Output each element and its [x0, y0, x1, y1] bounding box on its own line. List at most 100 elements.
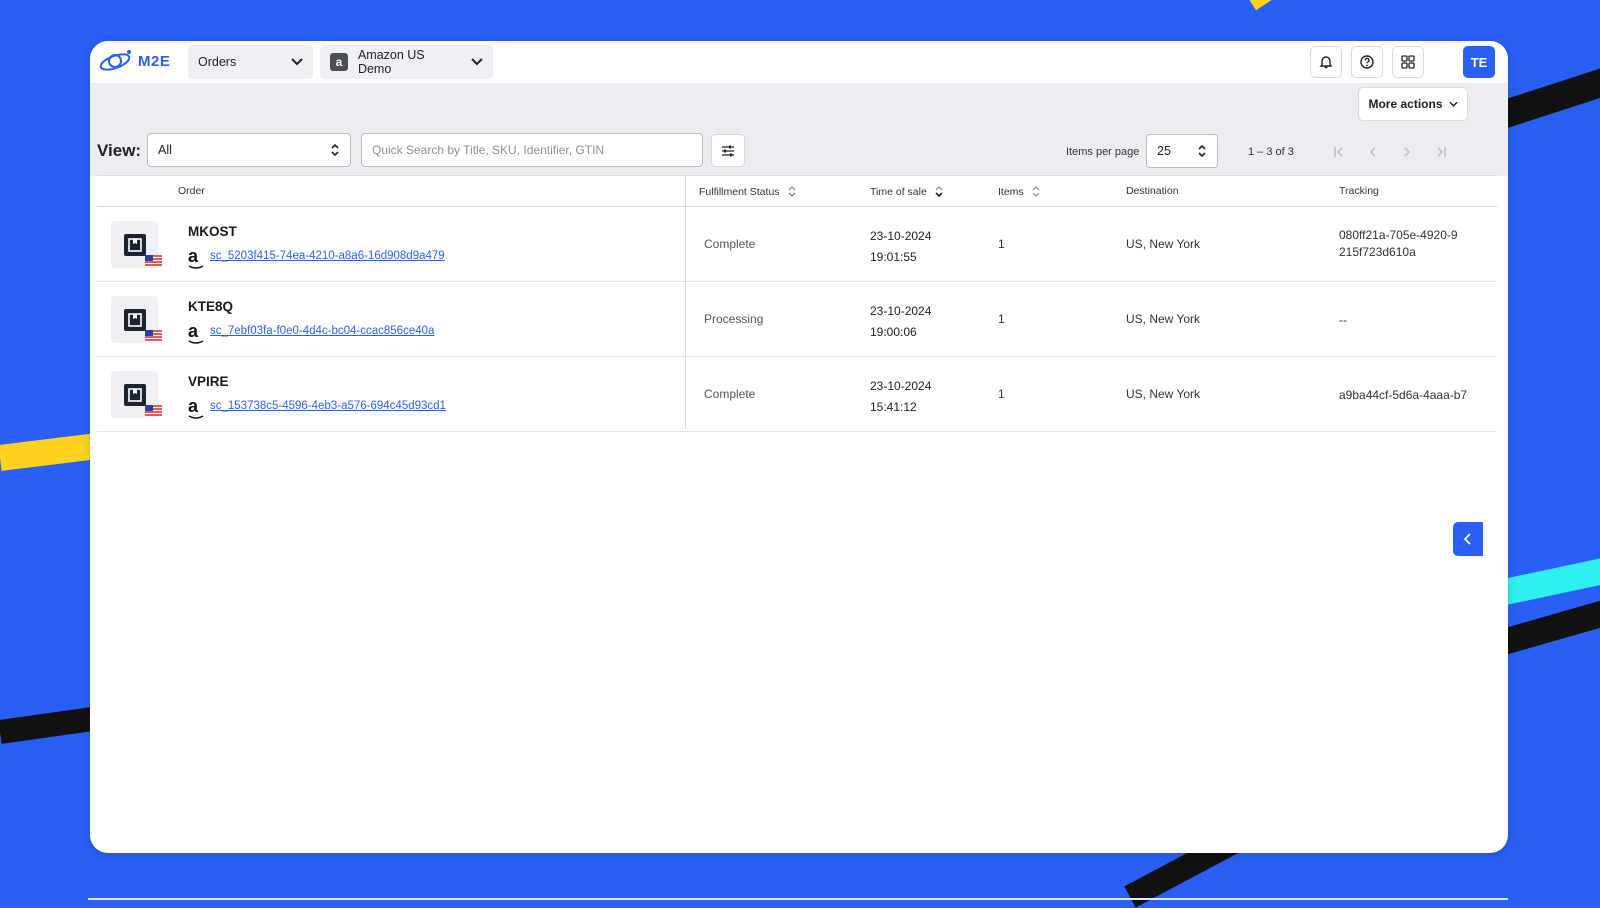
account-dropdown-label: Amazon US Demo: [357, 48, 425, 76]
planet-logo-icon: [99, 50, 131, 71]
us-flag-icon: [145, 330, 162, 342]
sort-icon: [788, 186, 795, 197]
notifications-button[interactable]: [1310, 46, 1342, 78]
logo-text: M2E: [138, 52, 171, 70]
column-destination-label: Destination: [1126, 185, 1179, 197]
amazon-icon: a: [188, 396, 199, 416]
order-id: MKOST: [188, 224, 237, 239]
package-icon: [123, 383, 146, 406]
next-page-button[interactable]: [1396, 141, 1418, 163]
filter-button[interactable]: [711, 134, 745, 167]
chevron-left-icon: [1370, 147, 1376, 157]
order-link[interactable]: sc_153738c5-4596-4eb3-a576-694c45d93cd1: [210, 400, 446, 412]
sale-date: 23-10-2024: [870, 379, 932, 393]
fulfillment-status: Complete: [704, 237, 756, 251]
amazon-smile-icon: [188, 415, 204, 419]
destination: US, New York: [1126, 237, 1201, 251]
sale-date: 23-10-2024: [870, 229, 932, 243]
fulfillment-status: Processing: [704, 312, 764, 326]
order-id: VPIRE: [188, 374, 229, 389]
sale-time: 19:00:06: [870, 325, 917, 339]
pagination-range: 1 – 3 of 3: [1248, 146, 1294, 158]
sale-time: 15:41:12: [870, 400, 917, 414]
items-per-page-value: 25: [1157, 144, 1171, 158]
bell-icon: [1319, 56, 1333, 69]
tracking-number: 080ff21a-705e-4920-9 215f723d610a: [1339, 228, 1458, 259]
amazon-icon: a: [188, 246, 199, 266]
first-page-icon: [1334, 147, 1343, 157]
column-order-label: Order: [178, 185, 205, 197]
tracking-number: a9ba44cf-5d6a-4aaa-b7: [1339, 388, 1468, 402]
us-flag-icon: [145, 255, 162, 267]
help-icon: [1360, 55, 1374, 69]
first-page-button[interactable]: [1328, 141, 1350, 163]
package-icon: [123, 308, 146, 331]
destination: US, New York: [1126, 387, 1201, 401]
sort-updown-icon: [331, 143, 339, 157]
amazon-icon: a: [188, 321, 199, 341]
order-id: KTE8Q: [188, 299, 234, 314]
amazon-icon: a: [330, 53, 348, 71]
column-tracking: Tracking: [1339, 185, 1379, 197]
table-row[interactable]: KTE8Q a sc_7ebf03fa-f0e0-4d4c-bc04-ccac8…: [97, 282, 1497, 357]
items-count: 1: [998, 312, 1005, 326]
order-link[interactable]: sc_7ebf03fa-f0e0-4d4c-bc04-ccac856ce40a: [210, 325, 434, 337]
destination: US, New York: [1126, 312, 1201, 326]
amazon-smile-icon: [188, 265, 204, 269]
us-flag-icon: [145, 405, 162, 417]
logo[interactable]: M2E: [98, 47, 170, 75]
column-fulfillment-label: Fulfillment Status: [699, 185, 780, 198]
view-select[interactable]: All: [147, 133, 351, 167]
more-actions-button[interactable]: More actions: [1358, 87, 1468, 121]
last-page-button[interactable]: [1430, 141, 1452, 163]
column-tracking-label: Tracking: [1339, 185, 1379, 197]
help-button[interactable]: [1351, 46, 1383, 78]
table-row[interactable]: MKOST a sc_5203f415-74ea-4210-a8a6-16d90…: [97, 207, 1497, 282]
fulfillment-status: Complete: [704, 387, 756, 401]
items-count: 1: [998, 387, 1005, 401]
order-link[interactable]: sc_5203f415-74ea-4210-a8a6-16d908d9a479: [210, 250, 445, 262]
chevron-down-icon: [471, 58, 483, 66]
tracking-number: --: [1339, 313, 1347, 327]
chevron-left-icon: [1463, 533, 1471, 545]
decor-stripe-yellow: [1244, 0, 1475, 11]
sort-icon: [1032, 186, 1040, 197]
sale-time: 19:01:55: [870, 250, 917, 264]
column-time[interactable]: Time of sale: [870, 185, 943, 198]
apps-button[interactable]: [1392, 46, 1424, 78]
table-header: Order Fulfillment Status Time of sale It…: [97, 175, 1497, 207]
chevron-down-icon: [1448, 101, 1458, 107]
sort-updown-icon: [1198, 144, 1206, 158]
app-window: M2E Orders a Amazon US Demo TE More acti…: [90, 41, 1508, 853]
items-per-page-label: Items per page: [1066, 146, 1140, 158]
side-panel-toggle[interactable]: [1453, 522, 1483, 556]
items-count: 1: [998, 237, 1005, 251]
prev-page-button[interactable]: [1362, 141, 1384, 163]
top-bar: M2E Orders a Amazon US Demo TE: [90, 41, 1508, 83]
apps-grid-icon: [1401, 55, 1415, 69]
column-items-label: Items: [998, 185, 1024, 198]
chevron-right-icon: [1404, 147, 1410, 157]
user-avatar[interactable]: TE: [1463, 46, 1495, 78]
decor-stripe-cyan: [1497, 538, 1600, 606]
column-destination: Destination: [1126, 185, 1179, 197]
search-input[interactable]: [361, 133, 703, 167]
more-actions-label: More actions: [1368, 97, 1443, 111]
orders-table: Order Fulfillment Status Time of sale It…: [97, 175, 1497, 432]
items-per-page-select[interactable]: 25: [1146, 134, 1218, 168]
filter-sliders-icon: [722, 145, 734, 156]
time-of-sale: 23-10-2024 19:00:06: [870, 301, 931, 343]
column-order: Order: [178, 185, 205, 197]
account-dropdown[interactable]: a Amazon US Demo: [320, 45, 493, 79]
table-row[interactable]: VPIRE a sc_153738c5-4596-4eb3-a576-694c4…: [97, 357, 1497, 432]
column-time-label: Time of sale: [870, 185, 927, 198]
column-fulfillment[interactable]: Fulfillment Status: [699, 185, 796, 198]
time-of-sale: 23-10-2024 19:01:55: [870, 226, 931, 268]
column-items[interactable]: Items: [998, 185, 1040, 198]
amazon-smile-icon: [188, 340, 204, 344]
sale-date: 23-10-2024: [870, 304, 932, 318]
section-dropdown-label: Orders: [198, 55, 237, 69]
view-select-value: All: [158, 143, 172, 157]
package-icon: [123, 233, 146, 256]
section-dropdown[interactable]: Orders: [188, 45, 313, 79]
